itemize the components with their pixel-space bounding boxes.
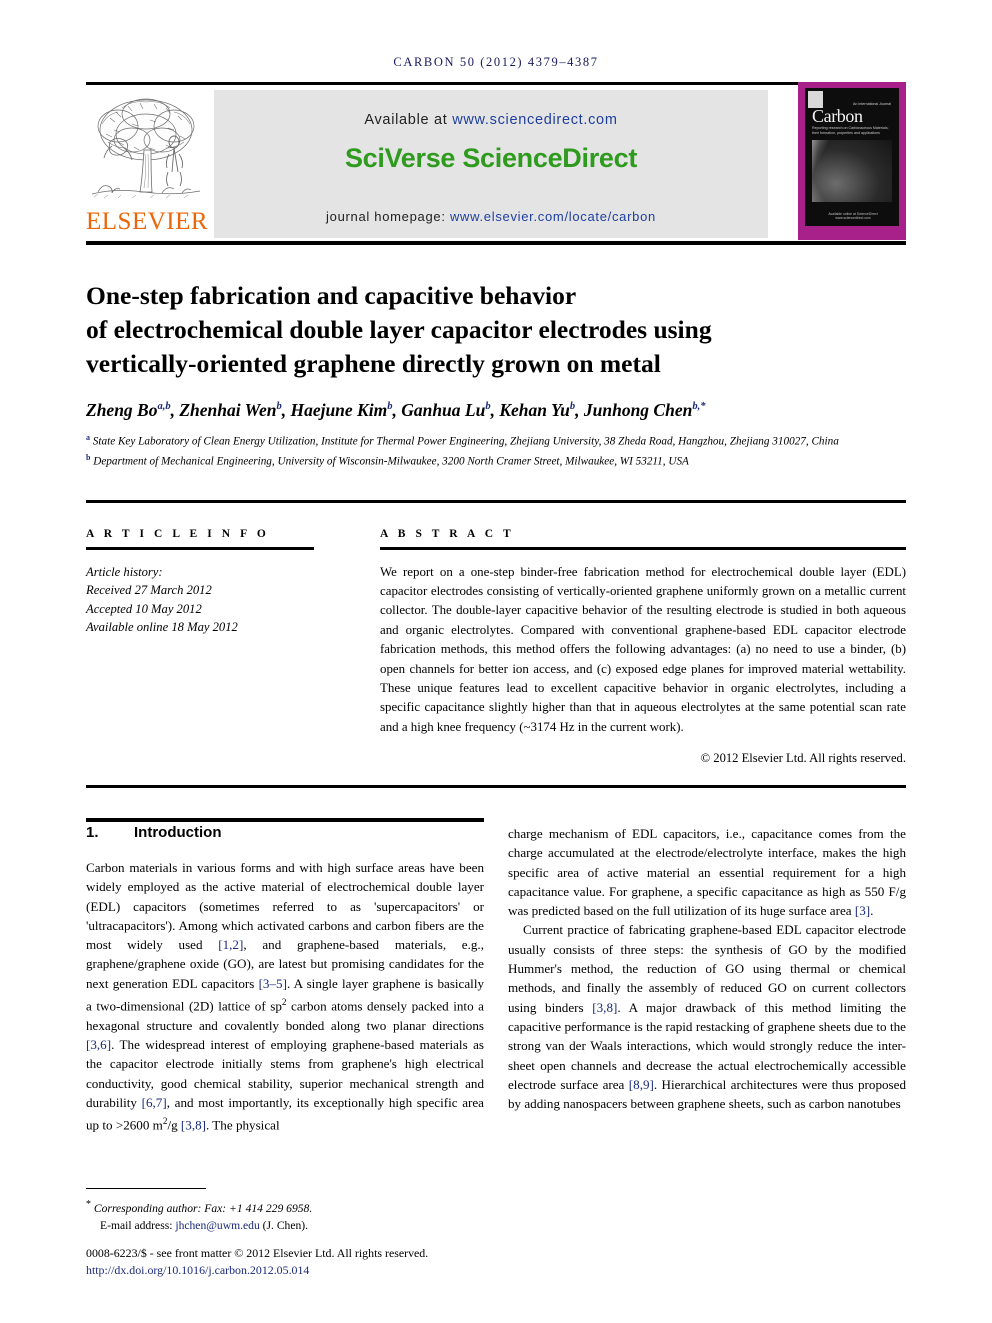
section-heading-rule <box>86 818 484 822</box>
abstract-block-top-rule <box>86 500 906 503</box>
affiliation-mark: a <box>86 433 90 442</box>
journal-cover-inner: An International Journal Carbon Reportin… <box>805 88 899 226</box>
affiliation-b: b Department of Mechanical Engineering, … <box>86 450 906 470</box>
section-number: 1. <box>86 824 99 841</box>
article-received: Received 27 March 2012 <box>86 583 212 597</box>
article-history-label: Article history: <box>86 564 163 579</box>
doi-link[interactable]: http://dx.doi.org/10.1016/j.carbon.2012.… <box>86 1263 536 1278</box>
asterisk-icon: * <box>86 1199 91 1210</box>
article-history: Article history: Received 27 March 2012 … <box>86 563 314 637</box>
email-owner: (J. Chen). <box>259 1219 309 1233</box>
author-name: Kehan Yu <box>499 400 570 420</box>
sciencedirect-url[interactable]: www.sciencedirect.com <box>452 112 617 128</box>
article-info-heading: A R T I C L E I N F O <box>86 528 270 540</box>
affiliation-text: Department of Mechanical Engineering, Un… <box>93 455 689 468</box>
corresponding-author-note: * Corresponding author: Fax: +1 414 229 … <box>86 1196 516 1217</box>
title-line-2: of electrochemical double layer capacito… <box>86 315 712 345</box>
journal-cover-subtitle: Reporting research on Carbonaceous Mater… <box>812 126 889 135</box>
elsevier-tree-icon <box>88 90 204 206</box>
abstract-block-bottom-rule <box>86 785 906 788</box>
journal-homepage-label: journal homepage: <box>326 209 450 224</box>
article-info-heading-rule <box>86 547 314 550</box>
author-name: Ganhua Lu <box>401 400 486 420</box>
available-at-line: Available at www.sciencedirect.com <box>214 112 768 128</box>
journal-homepage-url[interactable]: www.elsevier.com/locate/carbon <box>450 209 656 224</box>
author-name: Haejune Kim <box>290 400 388 420</box>
article-available-online: Available online 18 May 2012 <box>86 620 238 634</box>
page-title: One-step fabrication and capacitive beha… <box>86 279 886 381</box>
sciverse-sciencedirect-logo: SciVerse ScienceDirect <box>344 143 638 173</box>
elsevier-wordmark: ELSEVIER <box>86 208 209 235</box>
abstract-heading: A B S T R A C T <box>380 528 515 540</box>
footnote-rule <box>86 1188 206 1190</box>
author-list: Zheng Boa,b, Zhenhai Wenb, Haejune Kimb,… <box>86 400 706 420</box>
author-name: Zheng Bo <box>86 400 158 420</box>
title-line-3: vertically-oriented graphene directly gr… <box>86 349 661 379</box>
masthead-bottom-rule <box>86 241 906 245</box>
author-affil-marks: a,b <box>157 401 171 413</box>
body-column-left: Carbon materials in various forms and wi… <box>86 858 484 1135</box>
journal-cover-title: Carbon <box>812 106 863 126</box>
journal-homepage-line: journal homepage: www.elsevier.com/locat… <box>214 209 768 224</box>
author-affil-marks: b <box>485 401 491 413</box>
journal-cover-thumbnail: An International Journal Carbon Reportin… <box>798 82 906 240</box>
author-name: Junhong Chen <box>583 400 693 420</box>
running-head: CARBON 50 (2012) 4379–4387 <box>393 55 599 69</box>
section-heading: 1. Introduction <box>86 824 484 841</box>
abstract-copyright: © 2012 Elsevier Ltd. All rights reserved… <box>700 751 906 766</box>
journal-cover-footer: Available online at ScienceDirect www.sc… <box>828 212 878 220</box>
abstract-heading-rule <box>380 547 906 550</box>
paragraph: charge mechanism of EDL capacitors, i.e.… <box>508 826 906 919</box>
paragraph: Current practice of fabricating graphene… <box>508 922 907 1112</box>
author-affil-marks: b <box>387 401 393 413</box>
email-label: E-mail address: <box>100 1219 176 1233</box>
abstract-column: A B S T R A C T We report on a one-step … <box>380 528 906 766</box>
affiliation-a: a State Key Laboratory of Clean Energy U… <box>86 430 906 450</box>
footnote-block: * Corresponding author: Fax: +1 414 229 … <box>86 1196 516 1235</box>
elsevier-logo: ELSEVIER <box>86 88 208 240</box>
title-line-1: One-step fabrication and capacitive beha… <box>86 281 577 311</box>
affiliation-text: State Key Laboratory of Clean Energy Uti… <box>92 435 839 448</box>
journal-cover-image <box>812 140 892 202</box>
journal-masthead: ELSEVIER Available at www.sciencedirect.… <box>86 82 906 240</box>
author-affil-marks: b,* <box>692 401 706 413</box>
author-affil-marks: b <box>569 401 576 413</box>
affiliation-list: a State Key Laboratory of Clean Energy U… <box>86 430 906 470</box>
affiliation-mark: b <box>86 453 91 463</box>
article-accepted: Accepted 10 May 2012 <box>86 601 202 616</box>
section-title: Introduction <box>134 824 222 841</box>
corresponding-author-text: Corresponding author: Fax: +1 414 229 69… <box>93 1201 313 1215</box>
email-link[interactable]: jhchen@uwm.edu <box>175 1219 259 1232</box>
paper-page: CARBON 50 (2012) 4379–4387 ELSEVIER Avai… <box>0 0 992 1323</box>
header-rule <box>86 82 906 85</box>
author-name: Zhenhai Wen <box>179 400 277 420</box>
paragraph: Carbon materials in various forms and wi… <box>86 860 484 1133</box>
abstract-text: We report on a one-step binder-free fabr… <box>380 564 906 734</box>
email-note: E-mail address: jhchen@uwm.edu (J. Chen)… <box>86 1217 516 1235</box>
sciencedirect-panel: Available at www.sciencedirect.com SciVe… <box>214 90 768 238</box>
body-column-right: charge mechanism of EDL capacitors, i.e.… <box>508 824 906 1113</box>
issn-copyright-line: 0008-6223/$ - see front matter © 2012 El… <box>86 1246 429 1260</box>
available-at-label: Available at <box>364 112 453 128</box>
author-affil-marks: b <box>276 401 282 413</box>
article-info-column: A R T I C L E I N F O Article history: R… <box>86 528 314 637</box>
